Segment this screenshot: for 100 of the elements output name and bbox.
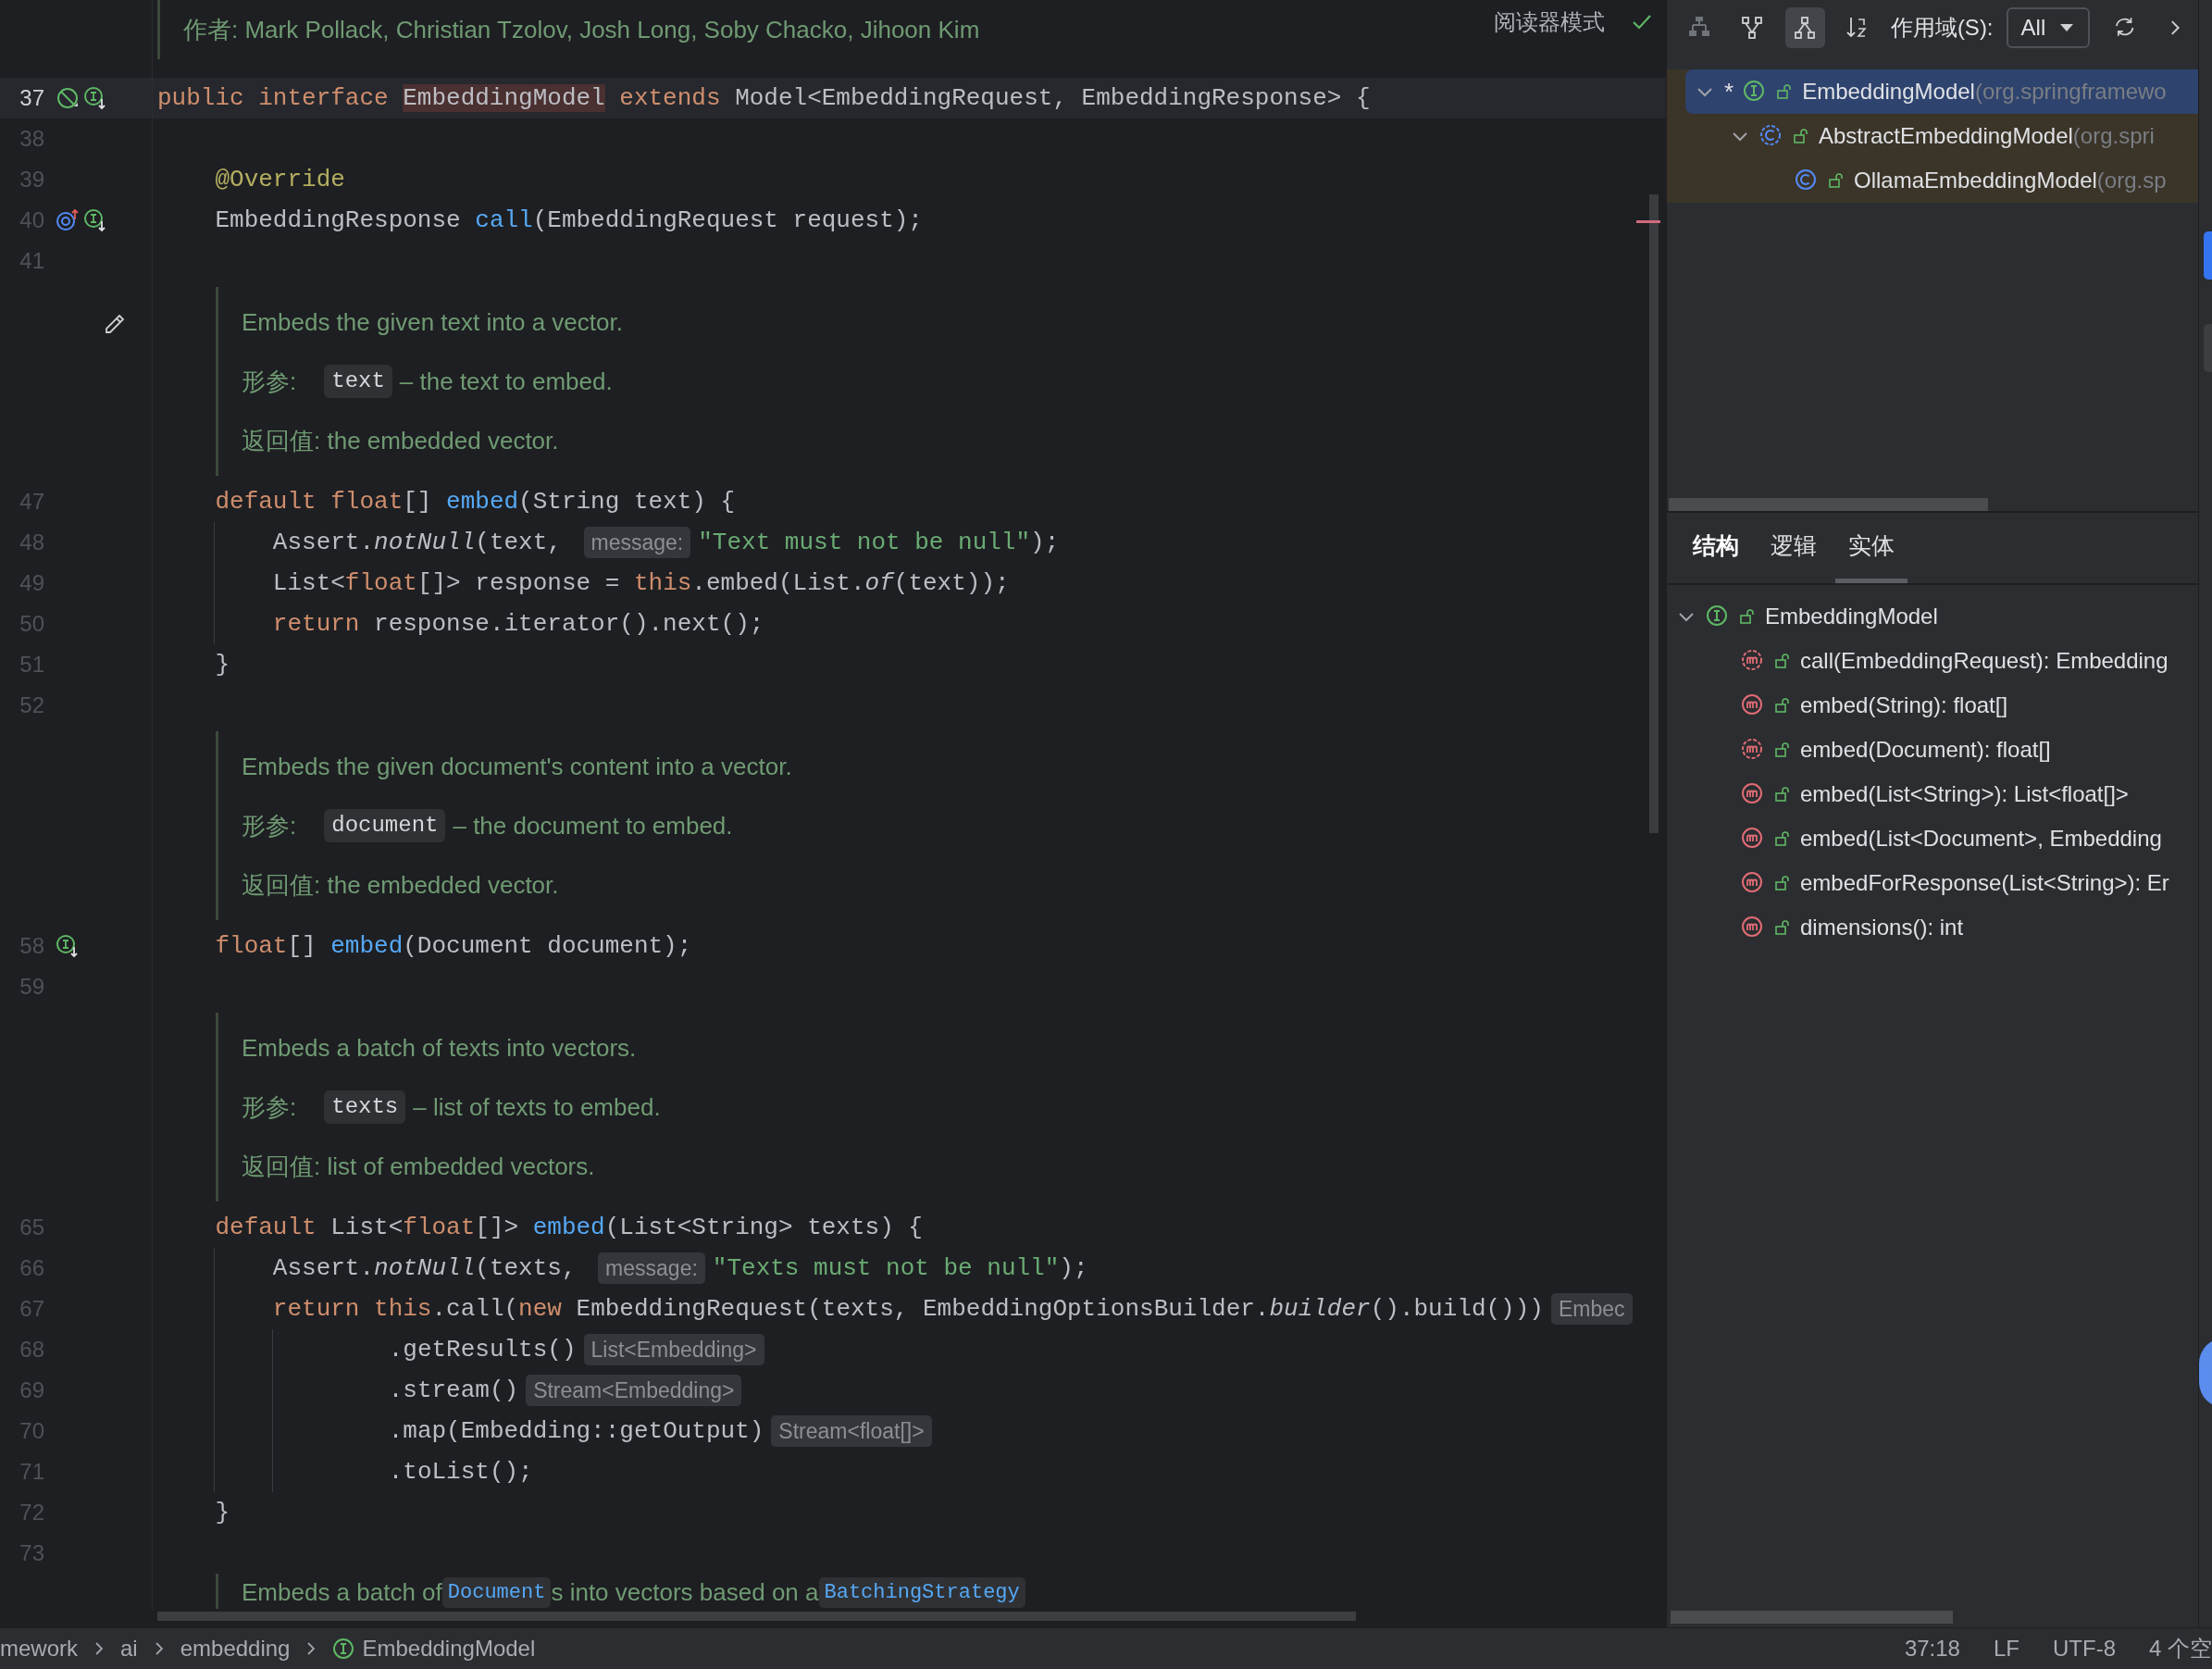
code-text: .getResults() xyxy=(388,1334,577,1365)
interface-icon xyxy=(1706,604,1730,629)
scope-label: 作用域(S): xyxy=(1890,14,1994,42)
structure-item[interactable]: dimensions(): int xyxy=(1667,905,2198,950)
method-icon xyxy=(1741,693,1765,717)
code-text: default float[] embed(String text) { xyxy=(215,486,736,517)
target-up-arrow-icon[interactable] xyxy=(56,208,80,232)
line-number: 37 xyxy=(19,84,44,112)
scope-dropdown[interactable]: All xyxy=(2006,7,2091,48)
code-text: } xyxy=(215,649,230,680)
package-name: (org.spri xyxy=(2072,122,2155,150)
inlay-hint: Stream<float[]> xyxy=(771,1415,932,1447)
method-icon xyxy=(1741,827,1765,851)
reader-mode-link[interactable]: 阅读器模式 xyxy=(1494,6,1605,39)
structure-item[interactable]: EmbeddingModel xyxy=(1667,594,2198,639)
open-lock-icon xyxy=(1739,608,1756,625)
doc-text: 返回值: the embedded vector. xyxy=(242,869,559,901)
inlay-hint: message: xyxy=(583,527,691,558)
doc-link[interactable]: BatchingStrategy xyxy=(818,1576,1025,1608)
doc-text: s into vectors based on a xyxy=(551,1576,819,1608)
abstract-method-icon xyxy=(1741,649,1765,673)
hierarchy-item[interactable]: * EmbeddingModel(org.springframewo xyxy=(1685,69,2198,114)
code-text: return this.call(new EmbeddingRequest(texts, EmbeddingOptionsBuilder.builder().build())) xyxy=(272,1293,1544,1325)
open-lock-icon xyxy=(1774,653,1791,669)
code-text: public interface EmbeddingModel extends Model<EmbeddingRequest, EmbeddingResponse> { xyxy=(157,82,1371,114)
breadcrumb-item[interactable]: EmbeddingModel xyxy=(332,1632,536,1665)
interface-icon xyxy=(332,1638,355,1660)
code-text: @Override xyxy=(215,164,345,195)
horizontal-scrollbar[interactable] xyxy=(1671,1611,1953,1624)
code-text: default List<float[]> embed(List<String> texts) { xyxy=(215,1212,923,1243)
slashed-circle-icon[interactable] xyxy=(56,86,80,110)
doc-text: Embeds the given text into a vector. xyxy=(242,306,623,338)
open-lock-icon xyxy=(1793,128,1809,144)
param-name: text xyxy=(324,365,392,398)
doc-text: – list of texts to embed. xyxy=(413,1091,661,1123)
doc-text: – the text to embed. xyxy=(399,366,613,397)
interface-down-arrow-icon[interactable] xyxy=(56,934,80,958)
interface-down-arrow-icon[interactable] xyxy=(83,208,107,232)
code-text: float[] embed(Document document); xyxy=(215,930,692,962)
structure-item[interactable]: embed(Document): float[] xyxy=(1667,728,2198,772)
abstract-class-icon xyxy=(1759,124,1783,148)
breadcrumb-item[interactable]: ai xyxy=(120,1632,138,1665)
status-item[interactable]: LF xyxy=(1993,1632,2019,1665)
structure-item[interactable]: call(EmbeddingRequest): Embedding xyxy=(1667,639,2198,683)
method-icon xyxy=(1741,871,1765,895)
inlay-hint: Stream<Embedding> xyxy=(526,1375,742,1406)
param-label: 形参: xyxy=(242,366,297,397)
open-lock-icon xyxy=(1774,697,1791,714)
structure-tab[interactable]: 实体 xyxy=(1835,513,1908,583)
status-item[interactable]: UTF-8 xyxy=(2053,1632,2116,1665)
code-text: .toList(); xyxy=(388,1456,533,1488)
open-lock-icon xyxy=(1828,172,1845,189)
breadcrumb-item[interactable]: mework xyxy=(0,1632,78,1665)
horizontal-scrollbar[interactable] xyxy=(157,1612,1356,1621)
status-item[interactable]: 4 个空 xyxy=(2149,1632,2212,1665)
breadcrumb-item[interactable]: embedding xyxy=(180,1632,291,1665)
inlay-hint: message: xyxy=(598,1252,705,1284)
inlay-hint: Embec xyxy=(1550,1293,1633,1325)
hierarchy-item[interactable]: OllamaEmbeddingModel(org.sp xyxy=(1685,158,2198,203)
code-text: "Text must not be null"); xyxy=(698,527,1060,558)
code-text: return response.iterator().next(); xyxy=(272,608,764,640)
param-name: document xyxy=(324,809,446,842)
code-text: .stream() xyxy=(388,1375,519,1406)
structure-item[interactable]: embedForResponse(List<String>): Er xyxy=(1667,861,2198,905)
code-text: EmbeddingResponse call(EmbeddingRequest request); xyxy=(215,205,923,236)
interface-down-arrow-icon[interactable] xyxy=(83,86,107,110)
class-icon xyxy=(1795,168,1819,193)
doc-text: Embeds a batch of texts into vectors. xyxy=(242,1032,637,1064)
package-name: (org.springframewo xyxy=(1974,78,2167,106)
code-text: Assert.notNull(texts, xyxy=(272,1252,578,1284)
method-icon xyxy=(1741,782,1765,806)
open-lock-icon xyxy=(1774,875,1791,891)
open-lock-icon xyxy=(1776,83,1794,100)
structure-tab[interactable]: 结构 xyxy=(1680,513,1752,583)
doc-text: Embeds the given document's content into a vector. xyxy=(242,751,792,782)
code-text: List<float[]> response = this.embed(List.of(text)); xyxy=(272,567,1010,599)
structure-tab[interactable]: 逻辑 xyxy=(1758,513,1830,583)
open-lock-icon xyxy=(1774,830,1791,847)
doc-link[interactable]: Document xyxy=(441,1576,552,1608)
hierarchy-item[interactable]: AbstractEmbeddingModel(org.spri xyxy=(1685,114,2198,158)
doc-text: – the document to embed. xyxy=(453,810,733,841)
structure-item[interactable]: embed(List<String>): List<float[]> xyxy=(1667,772,2198,816)
param-label: 形参: xyxy=(242,1091,297,1123)
inlay-hint: List<Embedding> xyxy=(583,1334,764,1365)
package-name: (org.sp xyxy=(2096,167,2167,194)
code-text: Assert.notNull(text, xyxy=(272,527,563,558)
doc-text: 返回值: the embedded vector. xyxy=(242,425,559,456)
code-text: .map(Embedding::getOutput) xyxy=(388,1415,764,1447)
toolbar-button[interactable] xyxy=(1784,7,1825,48)
structure-item[interactable]: embed(String): float[] xyxy=(1667,683,2198,728)
param-name: texts xyxy=(324,1090,406,1124)
doc-text: Embeds a batch of xyxy=(242,1576,442,1608)
code-text: } xyxy=(215,1497,230,1528)
horizontal-scrollbar[interactable] xyxy=(1669,498,1988,511)
status-item[interactable]: 37:18 xyxy=(1904,1632,1960,1665)
vertical-scrollbar[interactable] xyxy=(1649,194,1659,833)
code-text: "Texts must not be null"); xyxy=(712,1252,1088,1284)
structure-item[interactable]: embed(List<Document>, Embedding xyxy=(1667,816,2198,861)
open-lock-icon xyxy=(1774,919,1791,936)
doc-text: 返回值: list of embedded vectors. xyxy=(242,1151,595,1182)
